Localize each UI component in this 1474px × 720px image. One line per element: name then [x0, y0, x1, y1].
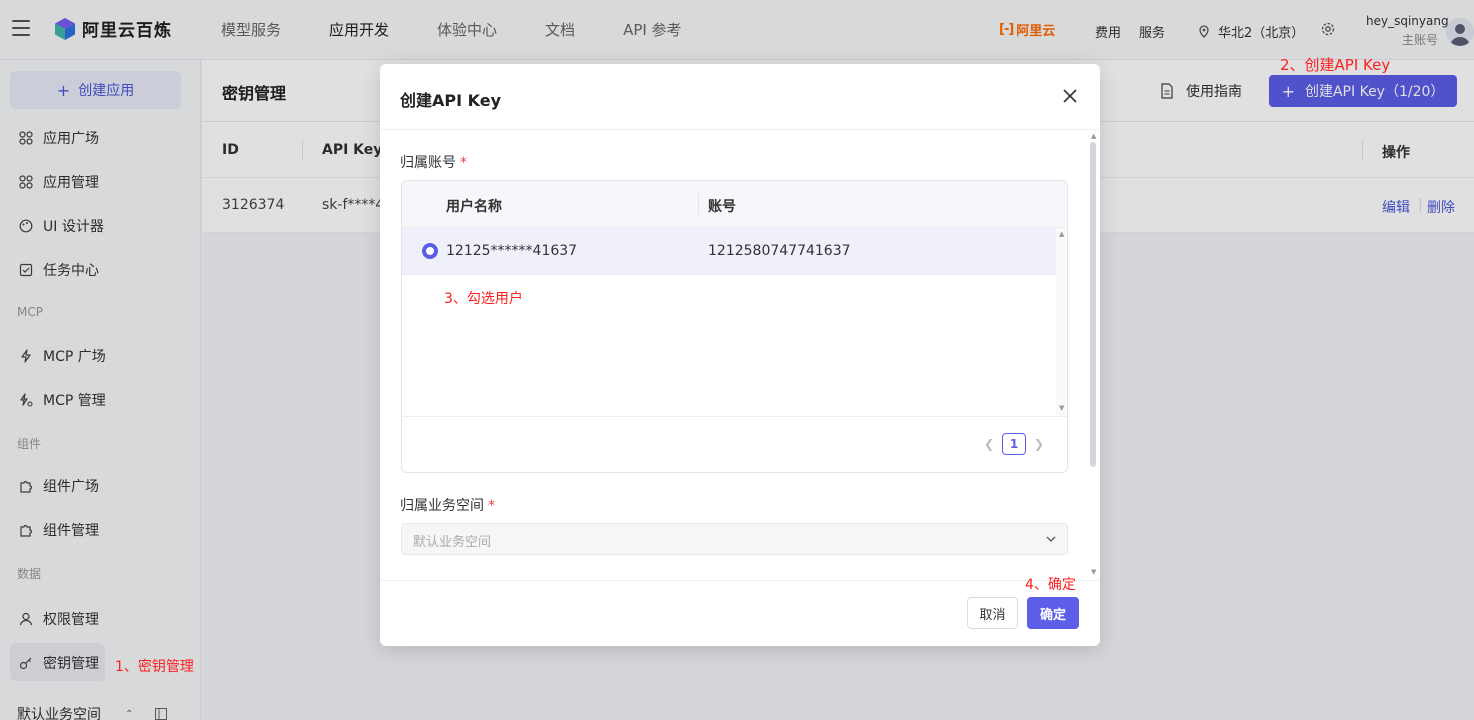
- annotation-step-4: 4、确定: [1025, 577, 1076, 593]
- required-mark: *: [488, 498, 495, 514]
- account-radio[interactable]: [422, 243, 438, 259]
- scroll-down-icon[interactable]: ▼: [1059, 404, 1064, 412]
- account-label-text: 归属账号: [400, 155, 456, 171]
- pagination: ❮ 1 ❯: [982, 433, 1046, 455]
- dialog-scrollbar[interactable]: ▲ ▼: [1088, 132, 1100, 580]
- table-footer-divider: [402, 416, 1067, 417]
- table-row[interactable]: 12125******41637 1212580747741637: [402, 228, 1056, 275]
- row-account: 1212580747741637: [708, 243, 851, 259]
- annotation-step-1: 1、密钥管理: [115, 659, 194, 675]
- workspace-field-label: 归属业务空间 *: [400, 495, 495, 515]
- page-number[interactable]: 1: [1002, 433, 1026, 455]
- row-username: 12125******41637: [446, 243, 578, 259]
- workspace-placeholder: 默认业务空间: [413, 535, 492, 550]
- workspace-select[interactable]: 默认业务空间: [401, 523, 1068, 555]
- scroll-up-icon[interactable]: ▲: [1091, 132, 1096, 140]
- account-field-label: 归属账号 *: [400, 152, 467, 172]
- annotation-step-2: 2、创建API Key: [1280, 56, 1391, 74]
- next-page-icon[interactable]: ❯: [1032, 437, 1046, 451]
- column-account: 账号: [708, 199, 736, 215]
- dialog-divider: [380, 129, 1100, 130]
- account-table-header: 用户名称 账号: [402, 181, 1067, 228]
- create-api-key-dialog: 创建API Key 归属账号 * 用户名称 账号 12125******41637…: [380, 64, 1100, 646]
- required-mark: *: [460, 155, 467, 171]
- close-icon[interactable]: [1062, 88, 1078, 104]
- dialog-title: 创建API Key: [400, 91, 502, 110]
- scrollbar-thumb[interactable]: [1090, 142, 1096, 467]
- scroll-down-icon[interactable]: ▼: [1091, 568, 1096, 576]
- cancel-button[interactable]: 取消: [967, 597, 1018, 629]
- prev-page-icon[interactable]: ❮: [982, 437, 996, 451]
- workspace-label-text: 归属业务空间: [400, 498, 484, 514]
- confirm-button[interactable]: 确定: [1027, 597, 1079, 629]
- account-table: 用户名称 账号 12125******41637 121258074774163…: [401, 180, 1068, 473]
- column-divider: [698, 194, 699, 214]
- table-scrollbar[interactable]: ▲ ▼: [1056, 228, 1067, 416]
- scroll-up-icon[interactable]: ▲: [1059, 230, 1064, 238]
- annotation-step-3: 3、勾选用户: [444, 291, 523, 307]
- dialog-footer-divider: [380, 580, 1100, 581]
- chevron-down-icon: [1046, 536, 1056, 542]
- column-username: 用户名称: [446, 199, 502, 215]
